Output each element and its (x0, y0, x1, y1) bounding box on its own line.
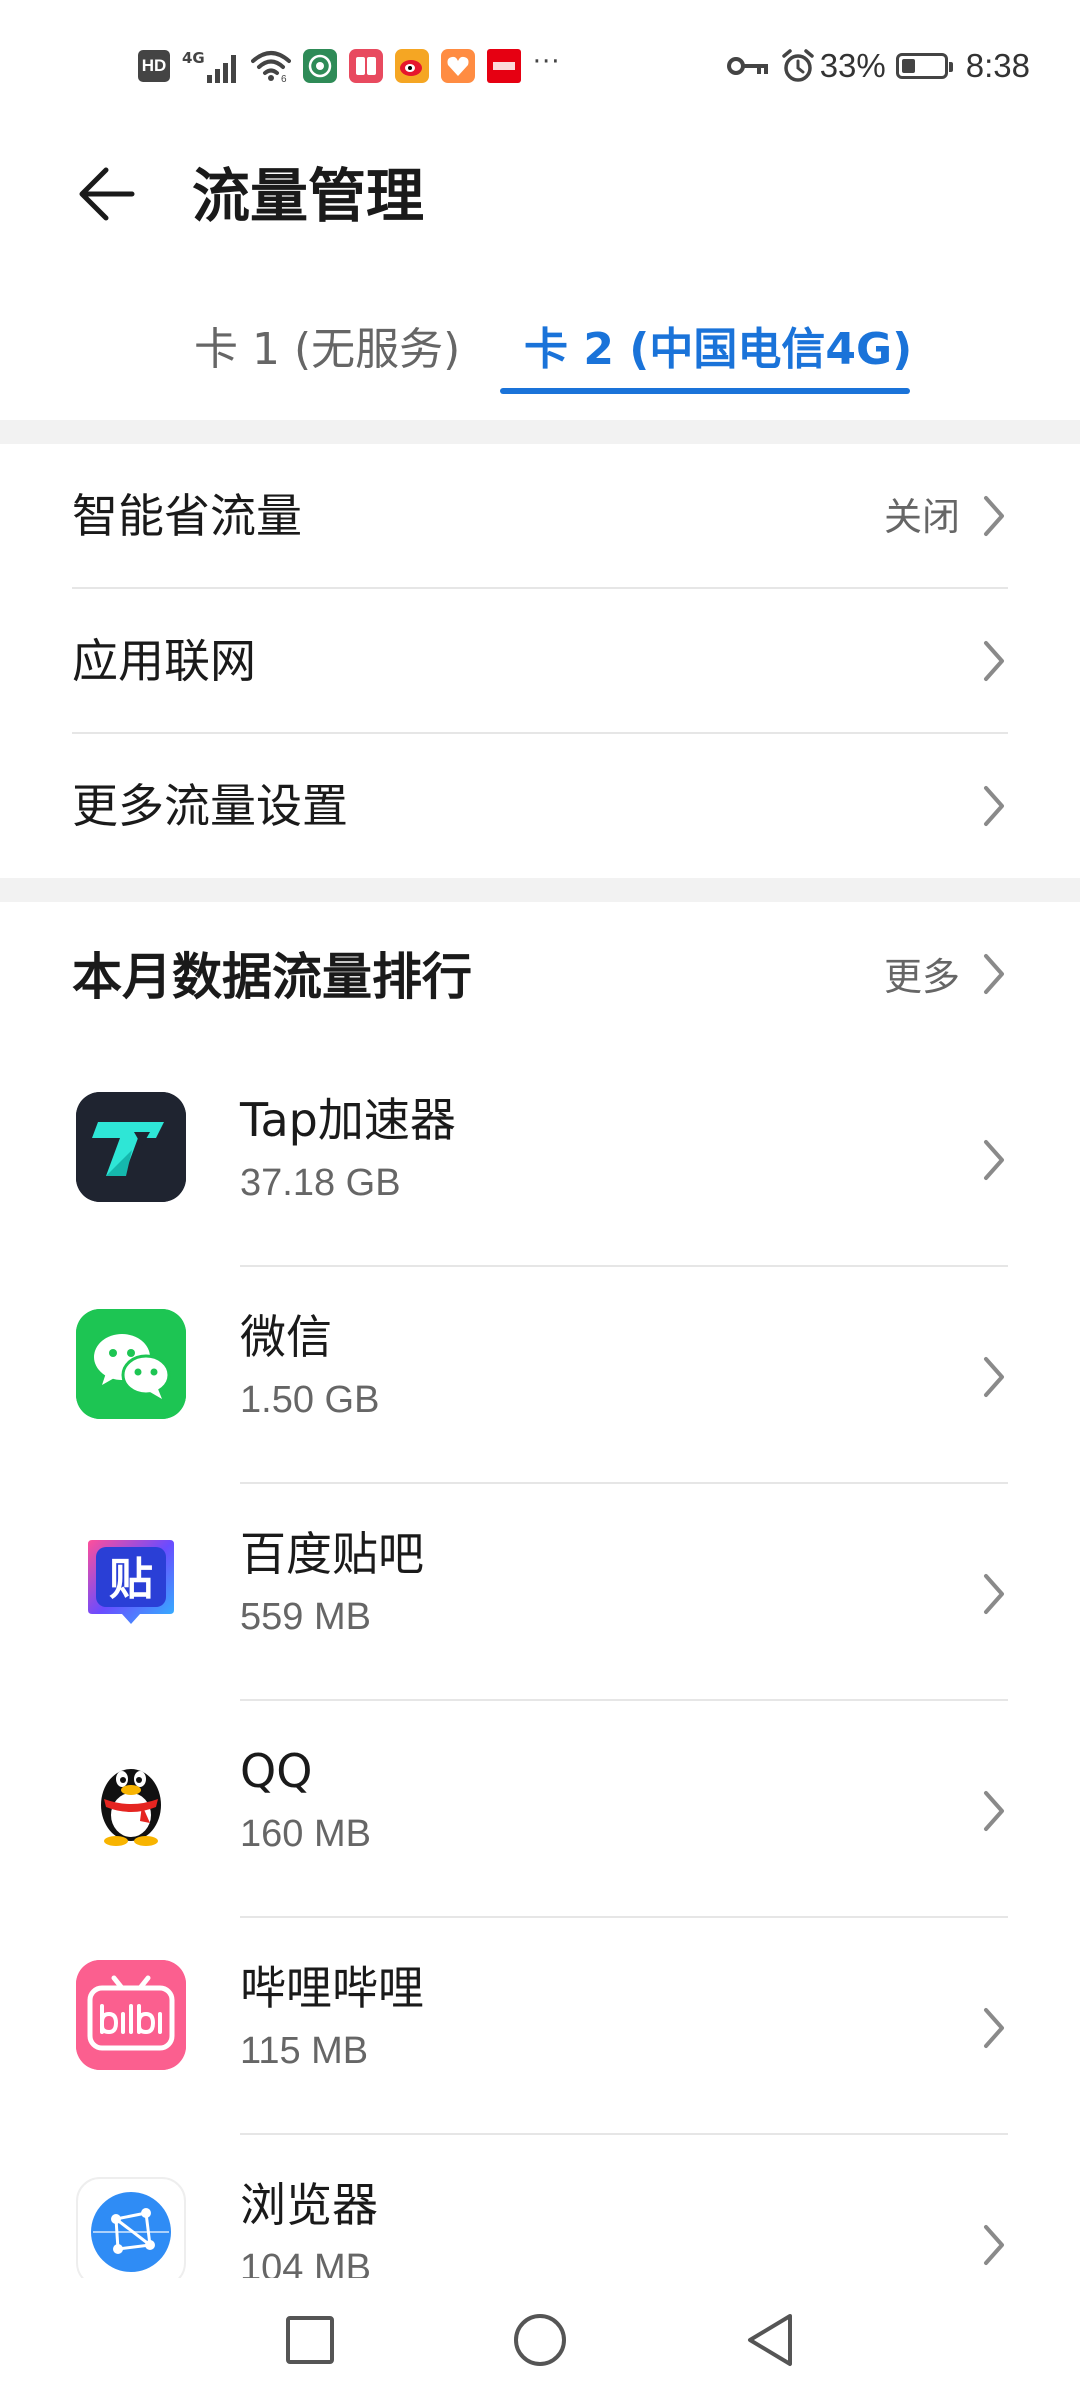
home-button[interactable] (500, 2300, 580, 2380)
app-icon-2 (348, 49, 383, 83)
wifi-icon: 6 (250, 51, 291, 83)
status-left-icons: HD 4G 6 ··· (138, 44, 573, 88)
chevron-right-icon (984, 954, 1004, 994)
chevron-right-icon (984, 1791, 1004, 1831)
app-header: 流量管理 (0, 130, 1080, 260)
chevron-right-icon (984, 2225, 1004, 2265)
app-usage: 1.50 GB (240, 1379, 380, 1421)
app-usage: 104 MB (240, 2247, 371, 2278)
active-tab-indicator (500, 388, 910, 394)
alarm-icon (781, 49, 814, 82)
setting-label: 更多流量设置 (72, 779, 348, 833)
screen: HD 4G 6 ··· 33% 8:38 流量管理 卡 1 (无服务) 卡 2 … (0, 0, 1080, 2400)
app-name: 浏览器 (240, 2178, 378, 2232)
svg-text:6: 6 (281, 74, 287, 83)
setting-label: 智能省流量 (72, 489, 302, 543)
qq-penguin-icon (76, 1743, 186, 1853)
app-row-browser[interactable]: 浏览器 104 MB (0, 2135, 1080, 2278)
chevron-right-icon (984, 786, 1004, 826)
tab-sim-2[interactable]: 卡 2 (中国电信4G) (524, 320, 912, 380)
baidu-tieba-icon: 贴 (76, 1526, 186, 1636)
recents-button[interactable] (270, 2300, 350, 2380)
bilibili-icon (76, 1960, 186, 2070)
app-usage: 37.18 GB (240, 1162, 401, 1204)
chevron-right-icon (984, 1357, 1004, 1397)
square-icon (286, 2316, 334, 2364)
app-row-tap-accelerator[interactable]: Tap加速器 37.18 GB (0, 1050, 1080, 1267)
weibo-icon (394, 49, 429, 83)
data-usage-ranking-header: 本月数据流量排行 更多 (0, 900, 1080, 1050)
app-usage: 115 MB (240, 2030, 369, 2072)
setting-value: 关闭 (883, 495, 960, 539)
tap-accelerator-icon (76, 1092, 186, 1202)
tab-sim-1[interactable]: 卡 1 (无服务) (194, 320, 460, 380)
page-title: 流量管理 (192, 162, 425, 230)
setting-app-networking[interactable]: 应用联网 (0, 589, 1080, 733)
chevron-right-icon (984, 496, 1004, 536)
triangle-back-icon (748, 2314, 792, 2366)
tieba-glyph: 贴 (109, 1554, 153, 1605)
hd-voice-icon: HD (138, 50, 170, 82)
chevron-right-icon (984, 1140, 1004, 1180)
more-notifications-icon: ··· (532, 47, 561, 77)
setting-label: 应用联网 (72, 634, 256, 688)
section-divider (0, 420, 1080, 444)
app-icon-4 (440, 49, 475, 83)
app-name: 微信 (240, 1310, 332, 1364)
clock: 8:38 (965, 47, 1030, 84)
more-button[interactable]: 更多 (884, 950, 960, 1004)
vpn-key-icon (726, 57, 768, 75)
wechat-icon (76, 1309, 186, 1419)
ranking-title: 本月数据流量排行 (72, 948, 472, 1006)
system-navigation-bar (0, 2278, 1080, 2400)
status-bar: HD 4G 6 ··· 33% 8:38 (0, 0, 1080, 130)
network-type-label: 4G (182, 49, 205, 67)
battery-level-fill (901, 59, 915, 73)
app-name: 哔哩哔哩 (240, 1961, 424, 2015)
back-nav-button[interactable] (730, 2300, 810, 2380)
app-icon-1 (302, 49, 337, 83)
app-name: 百度贴吧 (240, 1527, 424, 1581)
chevron-right-icon (984, 641, 1004, 681)
status-right-icons: 33% 8:38 (716, 44, 1030, 88)
browser-icon (76, 2177, 186, 2278)
chevron-right-icon (984, 2008, 1004, 2048)
app-row-bilibili[interactable]: 哔哩哔哩 115 MB (0, 1918, 1080, 2135)
app-name: QQ (240, 1744, 313, 1798)
battery-percent: 33% (819, 47, 886, 84)
chevron-right-icon (984, 1574, 1004, 1614)
cellular-signal-icon: 4G (182, 49, 239, 83)
app-row-qq[interactable]: QQ 160 MB (0, 1701, 1080, 1918)
setting-smart-data-saver[interactable]: 智能省流量 关闭 (0, 444, 1080, 588)
app-icon-5 (486, 49, 521, 83)
app-row-wechat[interactable]: 微信 1.50 GB (0, 1267, 1080, 1484)
back-arrow-icon (79, 167, 135, 221)
section-divider (0, 878, 1080, 902)
setting-more-data-settings[interactable]: 更多流量设置 (0, 734, 1080, 878)
app-name: Tap加速器 (240, 1093, 456, 1147)
app-usage: 160 MB (240, 1813, 371, 1855)
app-usage: 559 MB (240, 1596, 371, 1638)
app-row-baidu-tieba[interactable]: 贴 百度贴吧 559 MB (0, 1484, 1080, 1701)
battery-icon (895, 53, 953, 79)
sim-card-tabs: 卡 1 (无服务) 卡 2 (中国电信4G) (0, 300, 1080, 410)
circle-icon (514, 2314, 566, 2366)
app-usage-list[interactable]: Tap加速器 37.18 GB 微信 1.50 GB 贴 百度贴吧 559 MB… (0, 1050, 1080, 2278)
back-button[interactable] (70, 158, 142, 230)
